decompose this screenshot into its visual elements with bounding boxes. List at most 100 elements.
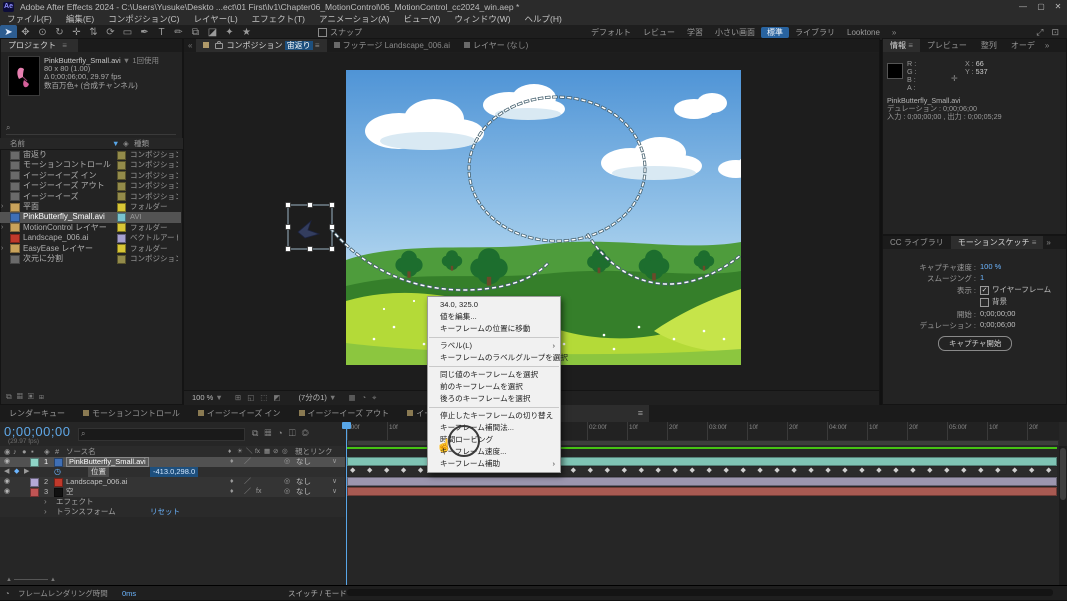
keyframe-diamond[interactable]: ◆ <box>418 466 423 474</box>
viewer-tab-レイヤー[interactable]: レイヤー (なし) <box>457 39 535 52</box>
switch-column-icon[interactable]: ◎ <box>282 446 288 457</box>
tab-情報[interactable]: 情報 ≡ <box>883 39 920 52</box>
close-button[interactable]: ✕ <box>1050 0 1066 14</box>
expand-arrow-icon[interactable]: › <box>1 244 3 254</box>
timeline-header-icons[interactable]: ⧉▦◔◫◎ <box>252 428 315 439</box>
keyframe-diamond[interactable]: ◆ <box>927 466 932 474</box>
project-item[interactable]: ›平面フォルダー <box>0 202 181 212</box>
keyframe-diamond[interactable]: ◆ <box>978 466 983 474</box>
lock-icon[interactable]: ▪ <box>31 446 34 457</box>
keyframe-diamond[interactable]: ◆ <box>571 466 576 474</box>
label-color-chip[interactable] <box>117 255 126 264</box>
context-menu-item[interactable]: 値を編集... <box>428 311 560 323</box>
keyframe-diamond[interactable]: ◆ <box>673 466 678 474</box>
current-time-display[interactable]: 0;00;00;00 <box>4 424 70 439</box>
timeline-zoom-slider[interactable]: ▲▲ <box>6 577 66 583</box>
project-item[interactable]: モーションコントロールコンポジション <box>0 160 181 170</box>
keyframe-diamond[interactable]: ◆ <box>859 466 864 474</box>
workspace-tab-学習[interactable]: 学習 <box>681 27 709 38</box>
label-color-chip[interactable] <box>117 192 126 201</box>
keyframe-diamond[interactable]: ◆ <box>808 466 813 474</box>
keyframe-diamond[interactable]: ◆ <box>367 466 372 474</box>
keyframe-diamond[interactable]: ◆ <box>944 466 949 474</box>
label-color-chip[interactable] <box>117 182 126 191</box>
menu-item[interactable]: コンポジション(C) <box>101 14 186 24</box>
viewer-tab-コンポジション[interactable]: コンポジション 宙返り ≡ <box>196 39 326 52</box>
sort-arrow-icon[interactable]: ▼ <box>112 138 119 149</box>
project-item[interactable]: 宙返りコンポジション <box>0 150 181 160</box>
menu-item[interactable]: レイヤー(L) <box>187 14 245 24</box>
minimize-button[interactable]: — <box>1015 0 1031 14</box>
keyframe-diamond[interactable]: ◆ <box>961 466 966 474</box>
project-item[interactable]: PinkButterfly_Small.aviAVI <box>0 212 181 222</box>
snap-checkbox[interactable] <box>318 28 327 37</box>
keyframe-diamond[interactable]: ◆ <box>588 466 593 474</box>
keyframe-diamond[interactable]: ◆ <box>639 466 644 474</box>
draft-3d-icon[interactable]: ▦ <box>264 428 277 438</box>
menu-item[interactable]: ビュー(V) <box>397 14 448 24</box>
keyframe-diamond[interactable]: ◆ <box>995 466 1000 474</box>
timeline-scrollbar[interactable] <box>1059 446 1067 585</box>
project-item[interactable]: ›EasyEase レイヤーフォルダー <box>0 244 181 254</box>
project-item[interactable]: Landscape_006.aiベクトルアート <box>0 233 181 243</box>
workspace-tab-標準[interactable]: 標準 <box>761 27 789 38</box>
timeline-active-tab-menu[interactable]: ≡ <box>557 405 649 422</box>
panel-overflow-icon[interactable]: » <box>1042 39 1052 52</box>
project-item[interactable]: イージーイーズ インコンポジション <box>0 171 181 181</box>
project-footer-icons[interactable]: ⧉▦▣⊞ <box>6 392 49 402</box>
mini-flowchart-icon[interactable]: ⧉ <box>252 428 264 438</box>
keyframe-diamond[interactable]: ◆ <box>825 466 830 474</box>
workspace-tab-ライブラリ[interactable]: ライブラリ <box>789 27 841 38</box>
keyframe-diamond[interactable]: ◆ <box>910 466 915 474</box>
audio-icon[interactable]: ♪ <box>13 446 17 457</box>
motion-blur-icon[interactable]: ◎ <box>302 428 315 438</box>
panel-menu-icon[interactable]: ≡ <box>906 41 913 50</box>
magnification-dropdown[interactable]: 100 % ▼ <box>184 393 223 402</box>
keyframe-diamond[interactable]: ◆ <box>656 466 661 474</box>
context-menu-item[interactable]: ラベル(L)› <box>428 340 560 352</box>
solo-icon[interactable]: ● <box>22 446 27 457</box>
switch-column-icon[interactable]: ▦ <box>264 446 270 457</box>
source-name-column[interactable]: ソース名 <box>66 446 96 457</box>
label-color-chip[interactable] <box>117 161 126 170</box>
context-menu-item[interactable]: キーフレーム補間法... <box>428 422 560 434</box>
tab-モーションスケッチ[interactable]: モーションスケッチ ≡ <box>951 236 1044 249</box>
switch-column-icon[interactable]: ＼ <box>246 446 253 457</box>
wireframe-checkbox-row[interactable]: ✓ワイヤーフレーム <box>980 284 1051 295</box>
menu-item[interactable]: ファイル(F) <box>0 14 59 24</box>
switch-column-icon[interactable]: fx <box>255 446 260 457</box>
workspace-tab-デフォルト[interactable]: デフォルト <box>585 27 637 38</box>
background-checkbox[interactable] <box>980 298 989 307</box>
start-value[interactable]: 0;00;00;00 <box>980 309 1015 318</box>
label-column-icon[interactable]: ◈ <box>44 446 50 457</box>
label-column-icon[interactable]: ◈ <box>123 138 129 149</box>
wireframe-checkbox[interactable]: ✓ <box>980 286 989 295</box>
keyframe-diamond[interactable]: ◆ <box>690 466 695 474</box>
panel-overflow-icon[interactable]: » <box>1043 236 1053 249</box>
keyframe-diamond[interactable]: ◆ <box>622 466 627 474</box>
keyframe-diamond[interactable]: ◆ <box>1046 466 1051 474</box>
project-item[interactable]: イージーイーズ アウトコンポジション <box>0 181 181 191</box>
background-checkbox-row[interactable]: 背景 <box>980 296 1007 307</box>
context-menu-item[interactable]: キーフレーム速度... <box>428 446 560 458</box>
keyframe-diamond[interactable]: ◆ <box>1029 466 1034 474</box>
capture-speed-value[interactable]: 100 % <box>980 262 1001 271</box>
label-color-chip[interactable] <box>117 151 126 160</box>
project-item[interactable]: 次元に分割コンポジション <box>0 254 181 264</box>
expand-arrow-icon[interactable]: › <box>1 202 3 212</box>
parent-link-column[interactable]: 親とリンク <box>295 446 333 457</box>
keyframe-diamond[interactable]: ◆ <box>723 466 728 474</box>
context-menu-item[interactable]: キーフレームの位置に移動 <box>428 323 560 335</box>
tab-オーデ[interactable]: オーデ <box>1004 39 1042 52</box>
keyframe-diamond[interactable]: ◆ <box>876 466 881 474</box>
context-menu-item[interactable]: 時間ロービング☝ <box>428 434 560 446</box>
timeline-search-input[interactable]: ⌕ <box>78 428 245 441</box>
viewer-camera-icons[interactable]: ▦◔⌖ <box>339 393 383 402</box>
panel-overflow-icon[interactable]: « <box>184 39 196 52</box>
video-eye-icon[interactable]: ◉ <box>4 446 11 457</box>
viewer-tab-フッテージ[interactable]: フッテージ Landscape_006.ai <box>327 39 457 52</box>
resolution-dropdown[interactable]: (7分の1) ▼ <box>289 393 337 402</box>
label-color-chip[interactable] <box>117 213 126 222</box>
label-color-chip[interactable] <box>117 223 126 232</box>
current-time-indicator-handle[interactable] <box>342 422 351 429</box>
